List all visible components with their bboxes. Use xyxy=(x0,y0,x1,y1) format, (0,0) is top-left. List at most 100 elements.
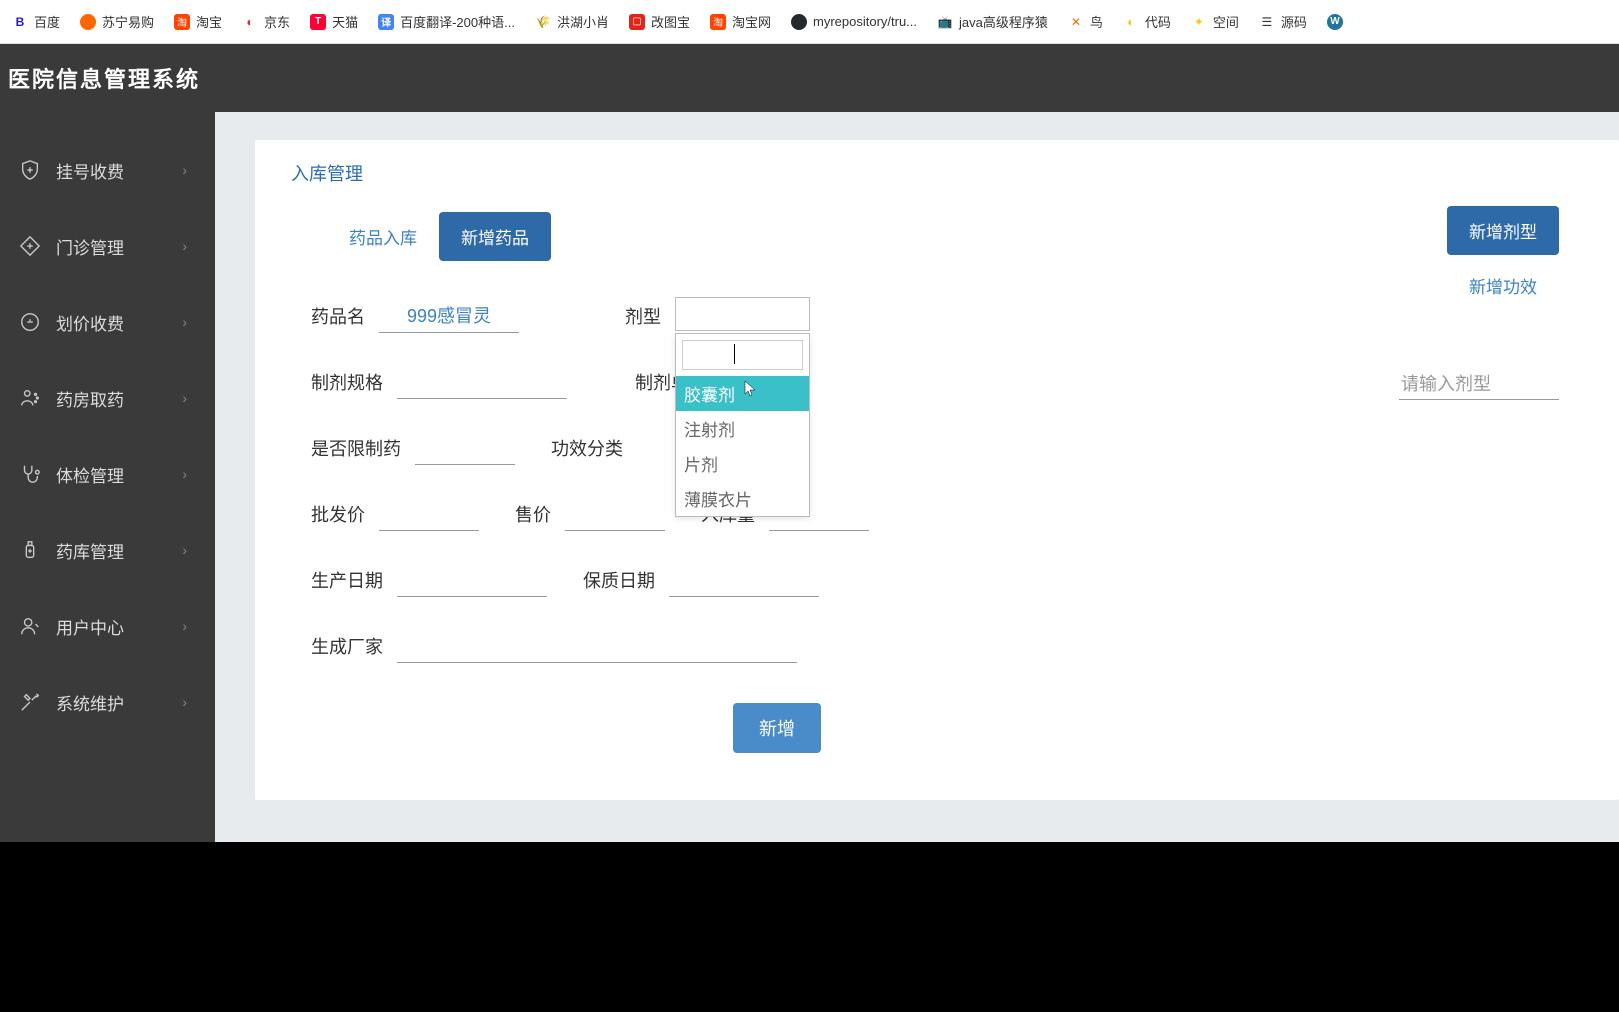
form-group-wholesale: 批发价 xyxy=(311,501,479,531)
form-row-3: 是否限制药 功效分类 xyxy=(311,435,1583,465)
tab-add-drug[interactable]: 新增药品 xyxy=(439,212,551,261)
bookmark-taobao[interactable]: 淘 淘宝 xyxy=(170,8,226,35)
sidebar-item-outpatient[interactable]: 门诊管理 › xyxy=(0,208,215,284)
form-group-spec: 制剂规格 xyxy=(311,369,567,399)
dropdown-search-input[interactable] xyxy=(682,340,803,370)
dropdown-list: 胶囊剂 注射剂 片剂 薄膜衣片 xyxy=(676,376,809,516)
bookmark-baidu-translate[interactable]: 译 百度翻译-200种语... xyxy=(374,8,519,35)
dropdown-option-film-coated[interactable]: 薄膜衣片 xyxy=(676,481,809,516)
right-form-group xyxy=(1399,370,1559,400)
form-group-dosage-form: 剂型 胶囊剂 xyxy=(625,297,810,333)
dropdown-option-injection[interactable]: 注射剂 xyxy=(676,411,809,446)
input-spec[interactable] xyxy=(397,369,567,399)
bookmark-wp[interactable]: W xyxy=(1323,10,1347,34)
form-row-5: 生产日期 保质日期 xyxy=(311,567,1583,597)
bookmark-honghu[interactable]: 🌾 洪湖小肖 xyxy=(531,8,613,35)
github-icon xyxy=(791,14,807,30)
sidebar-item-label: 门诊管理 xyxy=(56,234,124,259)
bookmark-label: 代码 xyxy=(1145,12,1171,31)
input-manufacturer[interactable] xyxy=(397,633,797,663)
bottom-bar xyxy=(0,842,1619,1012)
bookmark-java[interactable]: 📺 java高级程序猿 xyxy=(933,8,1052,35)
taobao-icon: 淘 xyxy=(710,14,726,30)
label-drug-name: 药品名 xyxy=(311,303,365,333)
bookmark-baidu[interactable]: B 百度 xyxy=(8,8,64,35)
user-icon xyxy=(18,614,42,638)
sidebar-item-register-fee[interactable]: 挂号收费 › xyxy=(0,132,215,208)
chevron-right-icon: › xyxy=(182,694,187,710)
honghu-icon: 🌾 xyxy=(535,14,551,30)
sidebar: 挂号收费 › 门诊管理 › 划价收费 › 药房取药 › xyxy=(0,112,215,842)
bookmark-tmall[interactable]: T 天猫 xyxy=(306,8,362,35)
chevron-right-icon: › xyxy=(182,162,187,178)
bookmark-label: 天猫 xyxy=(332,12,358,31)
content-area: 入库管理 药品入库 新增药品 新增剂型 新增功效 药品名 xyxy=(215,112,1619,842)
main-layout: 挂号收费 › 门诊管理 › 划价收费 › 药房取药 › xyxy=(0,112,1619,842)
shield-icon xyxy=(18,158,42,182)
bird-icon: ✕ xyxy=(1068,14,1084,30)
bookmark-jd[interactable]: ◐ 京东 xyxy=(238,8,294,35)
form-row-6: 生成厂家 xyxy=(311,633,1583,663)
sidebar-item-user-center[interactable]: 用户中心 › xyxy=(0,588,215,664)
chevron-right-icon: › xyxy=(182,314,187,330)
submit-button[interactable]: 新增 xyxy=(733,703,821,753)
tab-row: 药品入库 新增药品 xyxy=(327,212,1583,261)
bookmark-code[interactable]: ◐ 代码 xyxy=(1119,8,1175,35)
chevron-right-icon: › xyxy=(182,238,187,254)
sidebar-item-warehouse[interactable]: 药库管理 › xyxy=(0,512,215,588)
submit-row: 新增 xyxy=(311,703,1583,753)
mouse-cursor-icon xyxy=(744,380,758,401)
add-dosage-form-button[interactable]: 新增剂型 xyxy=(1447,206,1559,255)
bookmark-label: myrepository/tru... xyxy=(813,14,917,29)
input-expiry-date[interactable] xyxy=(669,567,819,597)
right-actions: 新增剂型 新增功效 xyxy=(1447,206,1559,298)
label-restricted: 是否限制药 xyxy=(311,435,401,465)
dosage-form-select[interactable] xyxy=(675,297,810,331)
chevron-right-icon: › xyxy=(182,618,187,634)
bookmark-taobao2[interactable]: 淘 淘宝网 xyxy=(706,8,775,35)
wordpress-icon: W xyxy=(1327,14,1343,30)
app-header: 医院信息管理系统 xyxy=(0,44,1619,112)
form-group-production-date: 生产日期 xyxy=(311,567,547,597)
bookmark-myrepo[interactable]: myrepository/tru... xyxy=(787,10,921,34)
bookmark-label: 百度翻译-200种语... xyxy=(400,12,515,31)
sidebar-item-maintenance[interactable]: 系统维护 › xyxy=(0,664,215,740)
input-restricted[interactable] xyxy=(415,435,515,465)
input-production-date[interactable] xyxy=(397,567,547,597)
label-effect: 功效分类 xyxy=(551,435,623,465)
input-sale-price[interactable] xyxy=(565,501,665,531)
moon-plus-icon xyxy=(18,310,42,334)
label-expiry-date: 保质日期 xyxy=(583,567,655,597)
dosage-form-dropdown: 胶囊剂 注射剂 片剂 薄膜衣片 xyxy=(675,333,810,517)
input-drug-name[interactable]: 999感冒灵 xyxy=(379,298,519,333)
bookmark-source[interactable]: ☰ 源码 xyxy=(1255,8,1311,35)
bookmark-label: 改图宝 xyxy=(651,12,690,31)
sidebar-item-label: 体检管理 xyxy=(56,462,124,487)
sidebar-item-label: 药库管理 xyxy=(56,538,124,563)
bottle-icon xyxy=(18,538,42,562)
bookmark-bar: B 百度 苏宁易购 淘 淘宝 ◐ 京东 T 天猫 译 百度翻译-200种语...… xyxy=(0,0,1619,44)
bookmark-bird[interactable]: ✕ 鸟 xyxy=(1064,8,1107,35)
bilibili-icon: 📺 xyxy=(937,14,953,30)
label-manufacturer: 生成厂家 xyxy=(311,633,383,663)
add-effect-link[interactable]: 新增功效 xyxy=(1469,273,1537,298)
bookmark-gaitu[interactable]: ▢ 改图宝 xyxy=(625,8,694,35)
dosage-form-input[interactable] xyxy=(1399,370,1559,400)
input-wholesale[interactable] xyxy=(379,501,479,531)
bookmark-label: java高级程序猿 xyxy=(959,12,1048,31)
sidebar-item-pharmacy[interactable]: 药房取药 › xyxy=(0,360,215,436)
translate-icon: 译 xyxy=(378,14,394,30)
dropdown-option-capsule[interactable]: 胶囊剂 xyxy=(676,376,809,411)
sidebar-item-pricing[interactable]: 划价收费 › xyxy=(0,284,215,360)
sidebar-item-label: 药房取药 xyxy=(56,386,124,411)
sidebar-item-checkup[interactable]: 体检管理 › xyxy=(0,436,215,512)
dosage-form-select-wrap: 胶囊剂 注射剂 片剂 薄膜衣片 xyxy=(675,297,810,331)
bookmark-suning[interactable]: 苏宁易购 xyxy=(76,8,158,35)
app-title: 医院信息管理系统 xyxy=(8,62,200,94)
form-area: 药品名 999感冒灵 剂型 xyxy=(311,297,1583,753)
bookmark-qzone[interactable]: ✦ 空间 xyxy=(1187,8,1243,35)
source-icon: ☰ xyxy=(1259,14,1275,30)
form-row-1: 药品名 999感冒灵 剂型 xyxy=(311,297,1583,333)
tab-drug-stock-in[interactable]: 药品入库 xyxy=(327,212,439,261)
dropdown-option-tablet[interactable]: 片剂 xyxy=(676,446,809,481)
